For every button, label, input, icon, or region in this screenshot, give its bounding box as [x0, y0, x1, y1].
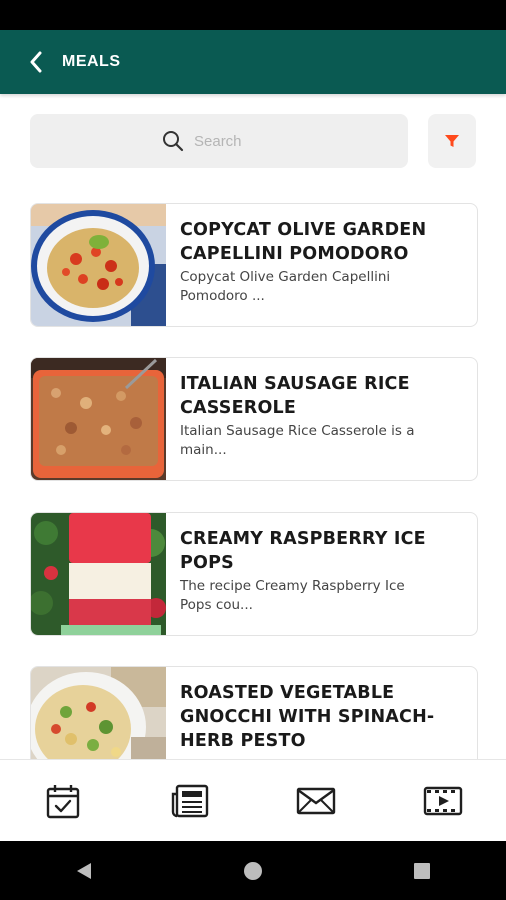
nav-videos[interactable]: [413, 771, 473, 831]
meal-title: CREAMY RASPBERRY ICE POPS: [180, 529, 426, 573]
meal-description: The recipe Creamy Raspberry Ice Pops cou…: [180, 578, 405, 613]
meal-description: Copycat Olive Garden Capellini Pomodoro …: [180, 269, 391, 304]
meal-card[interactable]: ITALIAN SAUSAGE RICE CASSEROLE Italian S…: [30, 357, 478, 481]
system-nav-bar: [0, 841, 506, 900]
system-back-button[interactable]: [64, 851, 104, 891]
nav-calendar[interactable]: [33, 771, 93, 831]
meal-image-raspberry-ice-pops: [31, 513, 166, 635]
meal-card[interactable]: CREAMY RASPBERRY ICE POPS The recipe Cre…: [30, 512, 478, 636]
bottom-nav: [0, 759, 506, 842]
video-film-icon: [423, 786, 462, 816]
home-circle-icon: [243, 861, 262, 880]
meal-list: COPYCAT OLIVE GARDEN CAPELLINI POMODORO …: [30, 203, 478, 759]
filter-button[interactable]: [428, 114, 476, 168]
meal-image-roasted-vegetable-gnocchi: [31, 667, 166, 759]
system-recents-button[interactable]: [402, 851, 442, 891]
search-input[interactable]: [192, 131, 276, 151]
meal-title: ROASTED VEGETABLE GNOCCHI WITH SPINACH-H…: [180, 683, 435, 751]
envelope-icon: [297, 787, 336, 815]
chevron-left-icon: [30, 51, 42, 73]
meal-card[interactable]: COPYCAT OLIVE GARDEN CAPELLINI POMODORO …: [30, 203, 478, 327]
meal-card[interactable]: ROASTED VEGETABLE GNOCCHI WITH SPINACH-H…: [30, 666, 478, 759]
back-button[interactable]: [22, 48, 50, 76]
calendar-check-icon: [47, 785, 80, 819]
app-bar: MEALS: [0, 30, 506, 94]
search-icon: [163, 131, 184, 152]
system-home-button[interactable]: [233, 851, 273, 891]
meal-title: ITALIAN SAUSAGE RICE CASSEROLE: [180, 374, 410, 418]
filter-funnel-icon: [445, 135, 459, 147]
search-box[interactable]: [30, 114, 408, 168]
page-title: MEALS: [62, 53, 121, 70]
meal-title: COPYCAT OLIVE GARDEN CAPELLINI POMODORO: [180, 220, 427, 264]
meal-image-capellini-pomodoro: [31, 204, 166, 326]
search-row: [30, 114, 476, 168]
newspaper-icon: [171, 784, 208, 818]
status-bar: [0, 0, 506, 30]
meal-description: Italian Sausage Rice Casserole is a main…: [180, 423, 415, 458]
nav-news[interactable]: [160, 771, 220, 831]
back-triangle-icon: [77, 862, 92, 879]
recents-square-icon: [413, 862, 430, 879]
nav-messages[interactable]: [286, 771, 346, 831]
meal-image-sausage-rice-casserole: [31, 358, 166, 480]
